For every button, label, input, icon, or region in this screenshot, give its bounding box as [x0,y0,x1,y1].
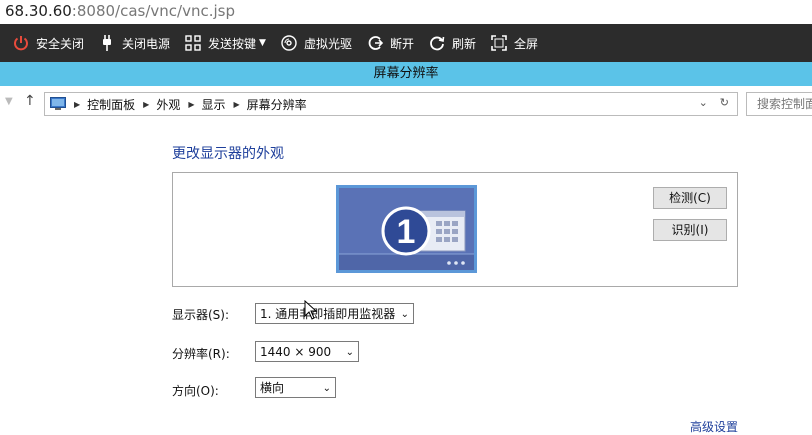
fullscreen-label: 全屏 [514,36,539,51]
virtual-drive-button[interactable]: 虚拟光驱 [280,24,352,62]
chevron-down-icon: ▼ [259,38,266,48]
up-arrow-icon[interactable]: ↑ [24,93,36,109]
plug-icon [98,34,116,52]
breadcrumb-appearance[interactable]: 外观 [156,96,180,113]
refresh-button[interactable]: 刷新 [428,24,476,62]
display-label: 显示器(S): [172,308,230,322]
url-path: :8080/cas/vnc/vnc.jsp [71,2,235,20]
safe-shutdown-button[interactable]: 安全关闭 [12,24,84,62]
breadcrumb-control-panel[interactable]: 控制面板 [87,96,135,113]
monitor-number: 1 [397,213,416,251]
control-panel-icon [50,97,66,110]
breadcrumb-screen-resolution[interactable]: 屏幕分辨率 [247,96,307,113]
window-title-bar: 屏幕分辨率 [0,62,812,86]
breadcrumb-separator-icon: ▶ [74,99,81,109]
chevron-down-icon: ⌄ [322,383,331,394]
safe-shutdown-label: 安全关闭 [36,36,85,51]
address-bar[interactable]: ▶ 控制面板 ▶ 外观 ▶ 显示 ▶ 屏幕分辨率 ⌄ ↻ [44,92,738,116]
orientation-select[interactable]: 横向 ⌄ [255,377,336,398]
detect-button[interactable]: 检测(C) [653,187,727,209]
send-keys-button[interactable]: 发送按键 ▼ [184,24,266,62]
resolution-select[interactable]: 1440 × 900 ⌄ [255,341,359,362]
display-preview-panel: 1 检测(C) 识别(I) [172,172,738,287]
breadcrumb-separator-icon: ▶ [188,99,195,109]
mouse-pointer-icon [304,300,318,320]
disconnect-button[interactable]: 断开 [366,24,414,62]
chevron-down-icon: ⌄ [345,347,354,358]
recent-locations-icon[interactable]: ▼ [5,96,13,107]
disconnect-icon [366,34,384,52]
breadcrumb-separator-icon: ▶ [233,99,240,109]
disconnect-label: 断开 [389,36,414,51]
identify-button[interactable]: 识别(I) [653,219,727,241]
refresh-label: 刷新 [452,36,477,51]
orientation-label: 方向(O): [172,384,219,398]
monitor-1-icon[interactable]: 1 [336,185,477,273]
browser-url-bar[interactable]: 68.30.60:8080/cas/vnc/vnc.jsp [0,0,812,24]
chevron-down-icon: ⌄ [400,309,409,320]
history-dropdown-icon[interactable]: ⌄ [699,96,708,109]
page-heading: 更改显示器的外观 [172,146,284,162]
fullscreen-icon [490,34,508,52]
address-actions: ⌄ ↻ [687,96,729,109]
search-control-panel-input[interactable]: 搜索控制面 [746,92,812,116]
refresh-icon [428,34,446,52]
power-off-button[interactable]: 关闭电源 [98,24,170,62]
breadcrumb-separator-icon: ▶ [143,99,150,109]
power-off-label: 关闭电源 [122,36,171,51]
refresh-address-icon[interactable]: ↻ [720,96,729,109]
fullscreen-button[interactable]: 全屏 [490,24,538,62]
vnc-toolbar: 安全关闭 关闭电源 发送按键 ▼ 虚拟光驱 断开 刷新 全屏 [0,24,812,62]
navigation-row: ▼ ↑ ▶ 控制面板 ▶ 外观 ▶ 显示 ▶ 屏幕分辨率 ⌄ ↻ 搜索控制面 [0,86,812,120]
resolution-select-value: 1440 × 900 [260,345,332,359]
resolution-label: 分辨率(R): [172,347,230,361]
display-select[interactable]: 1. 通用非即插即用监视器 ⌄ [255,303,414,324]
keyboard-icon [184,34,202,52]
disc-icon [280,34,298,52]
virtual-drive-label: 虚拟光驱 [303,36,352,51]
send-keys-label: 发送按键 [208,36,257,51]
advanced-settings-link[interactable]: 高级设置 [690,418,738,435]
url-host: 68.30.60 [5,2,72,20]
orientation-select-value: 横向 [260,381,285,395]
breadcrumb-display[interactable]: 显示 [202,96,226,113]
power-icon [12,34,30,52]
window-title: 屏幕分辨率 [373,66,439,81]
display-select-value: 1. 通用非即插即用监视器 [260,307,396,321]
